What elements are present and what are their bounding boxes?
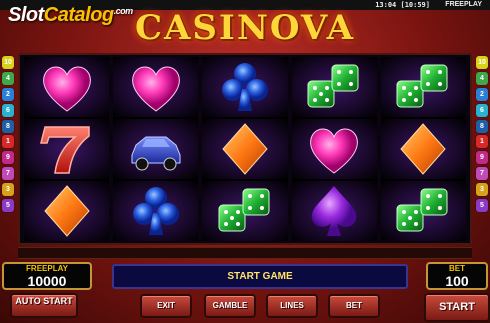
heart-icon <box>131 66 180 112</box>
dice-icon <box>218 188 270 232</box>
payline-2-left: 2 <box>2 87 14 101</box>
heart-symbol <box>24 57 110 117</box>
auto-start-button[interactable]: AUTO START <box>10 293 78 318</box>
diamond-icon <box>43 185 90 237</box>
heart-symbol <box>291 119 377 179</box>
spade-icon <box>311 186 357 236</box>
payline-2-right: 2 <box>476 87 488 101</box>
exit-button[interactable]: EXIT <box>140 294 192 318</box>
payline-9-left: 9 <box>2 151 14 165</box>
payline-6-right: 6 <box>476 103 488 117</box>
club-symbol <box>113 181 199 241</box>
heart-icon <box>42 66 91 112</box>
diamond-symbol <box>202 119 288 179</box>
dice-icon <box>307 64 359 108</box>
mode-label: FREEPLAY <box>445 1 482 8</box>
game-logo: CASINOVA <box>134 8 356 48</box>
seven-icon <box>39 126 90 174</box>
payline-5-right: 5 <box>476 199 488 213</box>
diamond-symbol <box>380 119 467 179</box>
lines-button[interactable]: LINES <box>266 294 318 318</box>
reel-5 <box>380 57 467 241</box>
dice-icon <box>396 64 448 108</box>
reel-1 <box>24 57 110 241</box>
payline-4-left: 4 <box>2 71 14 85</box>
payline-indicators-left: 10 4 2 6 8 1 9 7 3 5 <box>2 56 14 215</box>
payline-10-right: 10 <box>476 56 488 69</box>
payline-1-left: 1 <box>2 135 14 149</box>
reel-2 <box>113 57 199 241</box>
dice-symbol <box>380 181 467 241</box>
payline-4-right: 4 <box>476 71 488 85</box>
reel-3 <box>202 57 288 241</box>
bet-value: 100 <box>445 273 469 289</box>
club-icon <box>132 187 179 235</box>
payline-indicators-right: 10 4 2 6 8 1 9 7 3 5 <box>476 56 488 215</box>
heart-icon <box>310 128 359 174</box>
dice-symbol <box>202 181 288 241</box>
car-symbol <box>113 119 199 179</box>
message-bar: START GAME <box>112 264 408 289</box>
payline-1-right: 1 <box>476 135 488 149</box>
dice-symbol <box>291 57 377 117</box>
payline-7-left: 7 <box>2 167 14 181</box>
spade-symbol <box>291 181 377 241</box>
watermark-logo: SlotCatalog.com <box>8 4 133 26</box>
freeplay-panel: FREEPLAY 10000 <box>2 262 92 290</box>
seven-symbol <box>24 119 110 179</box>
gamble-button[interactable]: GAMBLE <box>204 294 256 318</box>
bet-panel: BET 100 <box>426 262 488 290</box>
car-icon <box>131 136 181 171</box>
dice-icon <box>396 188 448 232</box>
payline-6-left: 6 <box>2 103 14 117</box>
game-screen: 13:04 [10:59] FREEPLAY CASINOVA SlotCata… <box>0 0 490 323</box>
dice-symbol <box>380 57 467 117</box>
diamond-icon <box>400 123 447 175</box>
start-button[interactable]: START <box>424 293 490 322</box>
payline-10-left: 10 <box>2 56 14 69</box>
diamond-icon <box>222 123 268 175</box>
diamond-symbol <box>24 181 110 241</box>
payline-8-left: 8 <box>2 119 14 133</box>
club-symbol <box>202 57 288 117</box>
heart-symbol <box>113 57 199 117</box>
freeplay-value: 10000 <box>27 273 67 289</box>
reel-4 <box>291 57 377 241</box>
payline-8-right: 8 <box>476 119 488 133</box>
payline-7-right: 7 <box>476 167 488 181</box>
payline-3-left: 3 <box>2 183 14 197</box>
payline-9-right: 9 <box>476 151 488 165</box>
club-icon <box>222 63 268 111</box>
bet-button[interactable]: BET <box>328 294 380 318</box>
reel-grid <box>18 53 472 245</box>
payline-5-left: 5 <box>2 199 14 213</box>
payline-3-right: 3 <box>476 183 488 197</box>
reel-separator <box>18 247 472 259</box>
